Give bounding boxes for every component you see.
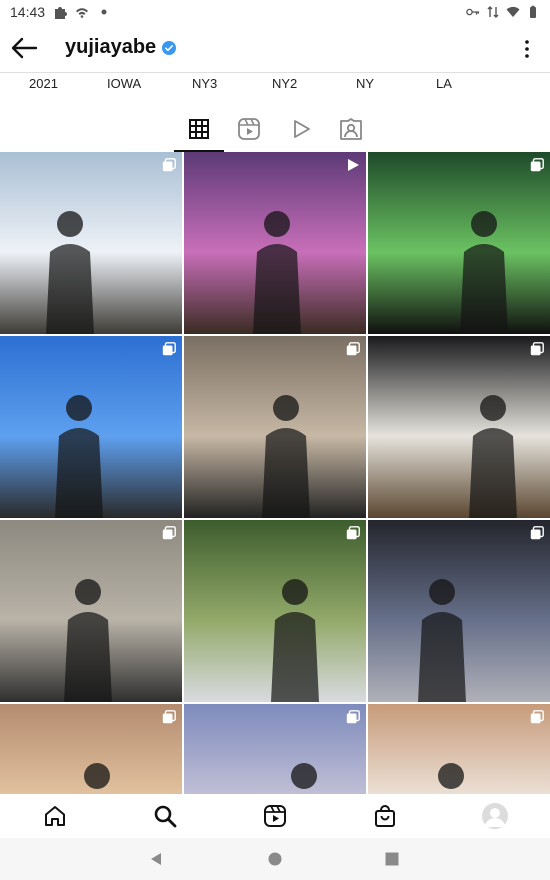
post-grid [0, 152, 550, 794]
grid-post[interactable] [0, 336, 182, 518]
nav-shop[interactable] [372, 803, 398, 829]
post-photo [271, 579, 319, 702]
verified-badge-icon [162, 40, 177, 55]
more-vertical-icon[interactable] [524, 40, 530, 58]
nav-search[interactable] [152, 803, 178, 829]
tab-videos[interactable] [288, 116, 314, 142]
username-text: yujiayabe [65, 36, 157, 58]
carousel-icon [530, 158, 544, 172]
status-time: 14:43 [10, 4, 46, 20]
post-photo [291, 763, 317, 789]
video-icon [348, 159, 359, 171]
grid-post[interactable] [368, 704, 550, 794]
data-arrows-icon [487, 6, 499, 18]
highlight-2021[interactable]: 2021 [29, 76, 58, 91]
post-photo [253, 211, 301, 334]
grid-post[interactable] [184, 704, 366, 794]
post-photo [262, 395, 310, 518]
highlight-iowa[interactable]: IOWA [107, 76, 141, 91]
nav-reels[interactable] [262, 803, 288, 829]
profile-tabs [0, 112, 550, 152]
status-left: 14:43 [10, 4, 111, 20]
grid-post[interactable] [184, 152, 366, 334]
reels-icon [238, 118, 260, 140]
status-right [466, 5, 540, 19]
bottom-navigation [0, 794, 550, 838]
dot-icon [101, 9, 107, 15]
highlight-la[interactable]: LA [436, 76, 452, 91]
tab-tagged[interactable] [338, 116, 364, 142]
tab-posts-grid[interactable] [186, 116, 212, 142]
carousel-icon [162, 526, 176, 540]
story-highlights: 2021 IOWA NY3 NY2 NY LA [0, 74, 550, 96]
reels-icon [264, 805, 286, 827]
grid-post[interactable] [0, 704, 182, 794]
puzzle-icon [55, 7, 68, 19]
battery-icon [530, 5, 536, 18]
carousel-icon [346, 526, 360, 540]
grid-post[interactable] [0, 520, 182, 702]
back-triangle-icon[interactable] [149, 852, 163, 866]
grid-post[interactable] [368, 152, 550, 334]
carousel-icon [530, 710, 544, 724]
grid-icon [189, 119, 209, 139]
post-photo [64, 579, 112, 702]
home-icon [45, 806, 65, 826]
grid-post[interactable] [0, 152, 182, 334]
post-photo [438, 763, 464, 789]
carousel-icon [530, 342, 544, 356]
post-photo [84, 763, 110, 789]
system-navigation [0, 838, 550, 880]
grid-post[interactable] [184, 520, 366, 702]
search-icon [154, 805, 177, 828]
highlight-ny3[interactable]: NY3 [192, 76, 217, 91]
grid-post[interactable] [184, 336, 366, 518]
post-photo [46, 211, 94, 334]
tagged-person-icon [340, 118, 362, 140]
highlight-ny[interactable]: NY [356, 76, 374, 91]
highlight-ny2[interactable]: NY2 [272, 76, 297, 91]
key-icon [466, 8, 480, 16]
wifi-icon [506, 6, 520, 17]
nav-profile[interactable] [482, 803, 508, 829]
grid-post[interactable] [368, 520, 550, 702]
home-circle-icon[interactable] [268, 852, 282, 866]
status-bar: 14:43 [0, 0, 550, 24]
post-photo [460, 211, 508, 334]
recents-square-icon[interactable] [385, 852, 399, 866]
play-icon [294, 120, 310, 138]
carousel-icon [162, 158, 176, 172]
shopping-bag-icon [375, 805, 395, 827]
nav-home[interactable] [42, 803, 68, 829]
carousel-icon [162, 710, 176, 724]
post-photo [418, 579, 466, 702]
header-divider [0, 72, 550, 73]
carousel-icon [346, 710, 360, 724]
carousel-icon [162, 342, 176, 356]
wifi-call-icon [76, 8, 89, 18]
post-photo [55, 395, 103, 518]
arrow-left-icon[interactable] [10, 36, 38, 60]
tab-reels[interactable] [236, 116, 262, 142]
post-photo [469, 395, 517, 518]
grid-post[interactable] [368, 336, 550, 518]
profile-username: yujiayabe [65, 36, 177, 59]
avatar-icon [482, 803, 508, 829]
carousel-icon [346, 342, 360, 356]
profile-header: yujiayabe [0, 24, 550, 72]
carousel-icon [530, 526, 544, 540]
